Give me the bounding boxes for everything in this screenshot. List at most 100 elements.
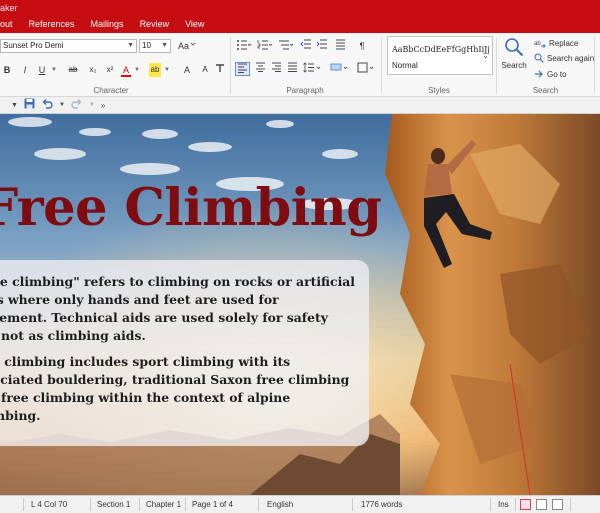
status-word-count[interactable]: 1776 words <box>361 500 402 509</box>
style-sample-text: AaBbCcDdEeFfGgHhIiJj <box>392 45 490 54</box>
search-again-label: Search again <box>547 53 595 63</box>
menu-layout[interactable]: out <box>0 19 21 29</box>
bullets-button[interactable] <box>235 39 253 53</box>
arrow-right-icon <box>535 70 543 78</box>
status-divider <box>139 498 140 511</box>
menu-view[interactable]: View <box>177 19 212 29</box>
undo-icon[interactable] <box>41 98 53 112</box>
grow-font-button[interactable]: A <box>181 63 193 77</box>
increase-indent-button[interactable] <box>315 39 327 53</box>
increase-indent-icon <box>316 39 327 49</box>
chevron-down-icon[interactable]: ▼ <box>11 102 18 109</box>
font-size-combo[interactable]: 10 ▼ <box>139 39 171 53</box>
menu-bar: out References Mailings Review View <box>0 16 212 32</box>
search-button[interactable]: Search <box>500 37 528 70</box>
clear-format-icon <box>216 64 224 72</box>
chevron-down-icon: ▼ <box>161 42 168 49</box>
group-label-styles: Styles <box>428 86 450 95</box>
font-size-value: 10 <box>142 41 151 50</box>
status-insert-mode[interactable]: Ins <box>498 500 509 509</box>
document-area[interactable]: Free Climbing ee climbing" refers to cli… <box>0 114 600 495</box>
bullet-list-icon <box>237 40 252 50</box>
ribbon: Sunset Pro Demi ▼ 10 ▼ Aa B I U ▼ ab x₂ … <box>0 33 600 97</box>
align-right-button[interactable] <box>270 62 283 76</box>
align-left-button[interactable] <box>235 62 250 76</box>
status-language[interactable]: English <box>267 500 293 509</box>
list-icon <box>335 39 345 50</box>
search-again-button[interactable]: Search again <box>534 52 594 64</box>
pilcrow-icon: ¶ <box>359 41 365 51</box>
status-chapter[interactable]: Chapter 1 <box>146 500 181 509</box>
title-menu-bar: aker out References Mailings Review View <box>0 0 600 33</box>
font-name-combo[interactable]: Sunset Pro Demi ▼ <box>0 39 137 53</box>
align-right-icon <box>272 62 281 72</box>
replace-label: Replace <box>549 38 579 48</box>
clear-format-button[interactable] <box>215 63 225 77</box>
numbered-list-icon <box>257 40 273 50</box>
chevron-down-icon[interactable]: ▼ <box>89 102 95 108</box>
group-label-search: Search <box>532 86 559 95</box>
chevron-down-icon: ⌄ <box>482 51 489 60</box>
menu-mailings[interactable]: Mailings <box>83 19 132 29</box>
sort-button[interactable] <box>334 39 346 53</box>
shading-button[interactable] <box>329 62 349 76</box>
superscript-button[interactable]: x² <box>104 63 116 77</box>
outline-view-icon[interactable] <box>552 499 563 510</box>
menu-review[interactable]: Review <box>132 19 178 29</box>
status-page[interactable]: Page 1 of 4 <box>192 500 233 509</box>
change-case-button[interactable]: Aa <box>176 39 198 53</box>
chevron-down-icon: ▼ <box>127 42 134 49</box>
shrink-font-button[interactable]: A <box>199 63 211 77</box>
status-cursor-position[interactable]: L 4 Col 70 <box>31 500 67 509</box>
justify-icon <box>288 62 297 72</box>
quick-access-toolbar: ▼ ▼ ▼ » <box>0 97 600 114</box>
save-icon[interactable] <box>24 98 35 112</box>
svg-text:Aa: Aa <box>178 41 189 51</box>
page-view-icon[interactable] <box>520 499 531 510</box>
borders-icon <box>357 62 373 73</box>
underline-button[interactable]: U <box>37 63 47 77</box>
align-left-icon <box>238 63 247 73</box>
decrease-indent-icon <box>299 39 311 49</box>
numbering-button[interactable] <box>256 39 274 53</box>
replace-button[interactable]: ab Replace <box>534 37 578 49</box>
paragraph-line: mbing. <box>0 408 41 423</box>
paragraph-line: ls where only hands and feet are used fo… <box>0 292 279 307</box>
bold-button[interactable]: B <box>2 63 12 77</box>
italic-button[interactable]: I <box>20 63 30 77</box>
outline-list-icon <box>279 40 294 50</box>
continuous-view-icon[interactable] <box>536 499 547 510</box>
decrease-indent-button[interactable] <box>299 39 311 53</box>
go-to-button[interactable]: Go to <box>534 68 567 80</box>
style-name: Normal <box>392 61 418 70</box>
paragraph-line: l free climbing within the context of al… <box>0 390 291 405</box>
justify-button[interactable] <box>286 62 299 76</box>
status-divider <box>185 498 186 511</box>
outline-list-button[interactable] <box>277 39 295 53</box>
paragraph-line: l not as climbing aids. <box>0 328 146 343</box>
chevron-down-icon[interactable]: ▼ <box>59 102 65 108</box>
align-center-button[interactable] <box>254 62 267 76</box>
go-to-label: Go to <box>547 69 567 79</box>
strikethrough-button[interactable]: ab <box>66 63 80 77</box>
status-section[interactable]: Section 1 <box>97 500 130 509</box>
font-color-button[interactable]: A <box>121 63 131 77</box>
line-spacing-button[interactable] <box>302 62 322 76</box>
group-divider <box>594 37 595 93</box>
document-title: Free Climbing <box>0 178 382 238</box>
status-divider <box>258 498 259 511</box>
paragraph-line: ee climbing" refers to climbing on rocks… <box>0 274 356 289</box>
paragraph-line: e climbing includes sport climbing with … <box>0 354 291 369</box>
menu-references[interactable]: References <box>21 19 83 29</box>
borders-button[interactable] <box>356 62 376 76</box>
highlight-button[interactable]: ab <box>149 63 161 77</box>
status-divider <box>23 498 24 511</box>
paragraph-1: ee climbing" refers to climbing on rocks… <box>0 273 362 345</box>
more-commands-icon[interactable]: » <box>101 101 105 110</box>
search-button-label: Search <box>501 61 527 70</box>
show-marks-button[interactable]: ¶ <box>357 39 367 53</box>
redo-icon[interactable] <box>71 98 83 112</box>
app-title: aker <box>0 3 18 13</box>
styles-gallery[interactable]: AaBbCcDdEeFfGgHhIiJj Normal ⌄ <box>387 36 493 75</box>
subscript-button[interactable]: x₂ <box>87 63 99 77</box>
